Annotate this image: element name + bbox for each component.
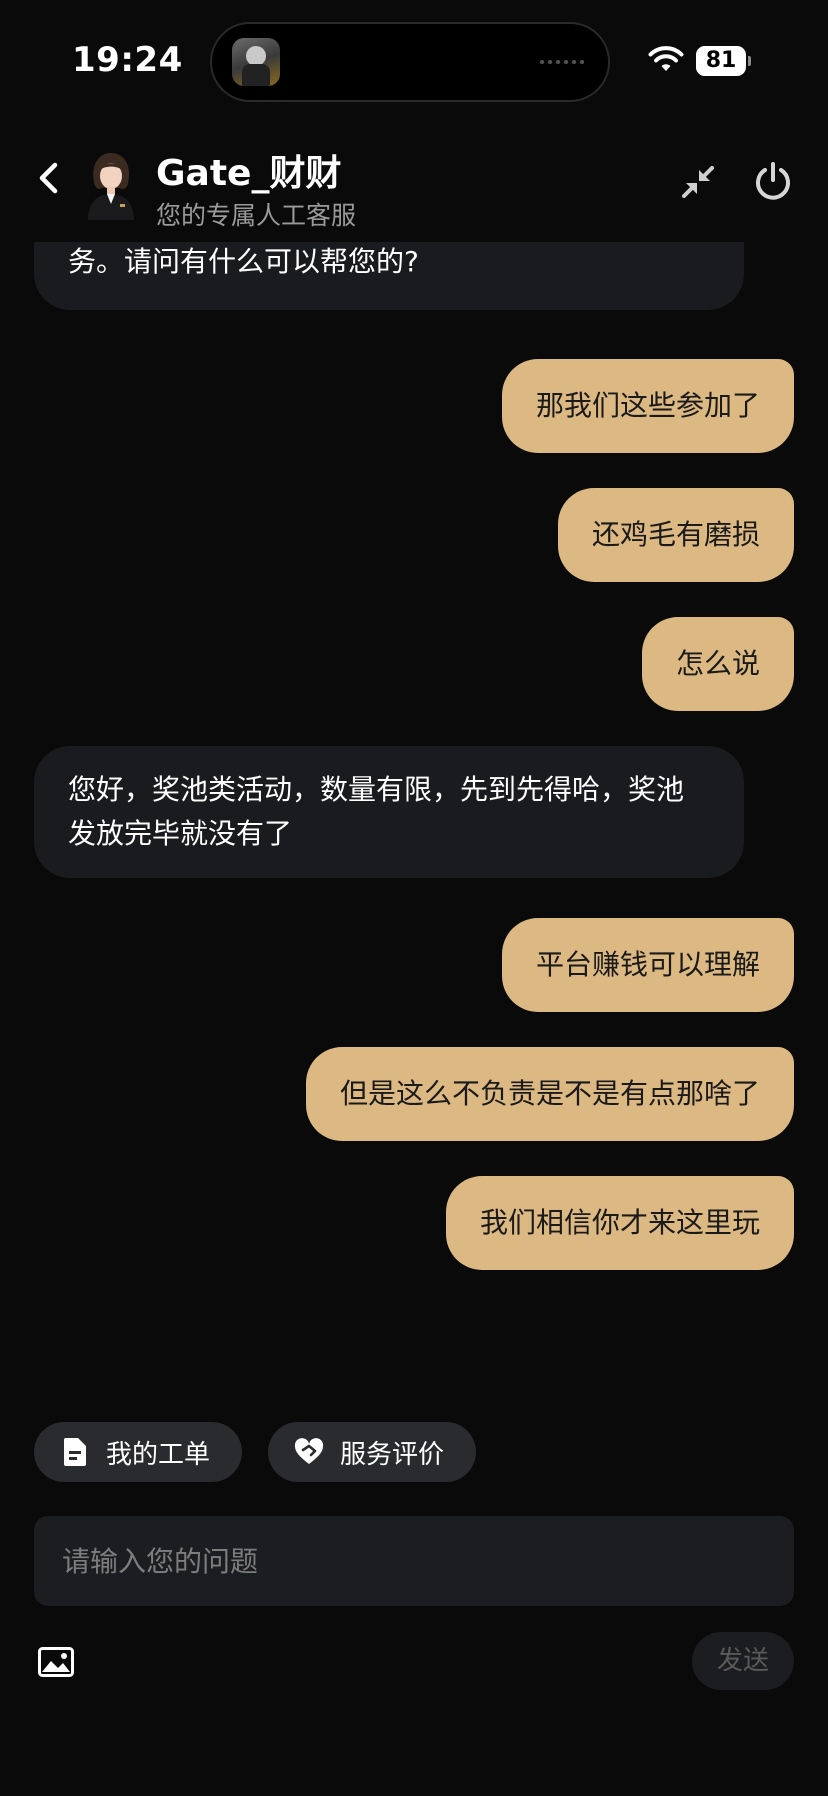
document-icon <box>60 1437 90 1467</box>
chat-header: Gate_财财 您的专属人工客服 <box>0 130 828 240</box>
attach-image-button[interactable] <box>36 1644 76 1680</box>
end-session-button[interactable] <box>748 156 798 206</box>
message-text: 务。请问有什么可以帮您的? <box>68 245 419 278</box>
agent-message: 务。请问有什么可以帮您的? <box>34 242 744 310</box>
my-tickets-label: 我的工单 <box>106 1439 211 1470</box>
minimize-arrows-icon <box>682 166 714 198</box>
user-message: 怎么说 <box>641 617 794 711</box>
dynamic-island <box>210 22 610 102</box>
service-rating-button[interactable]: 服务评价 <box>268 1422 477 1482</box>
quick-actions: 我的工单 服务评价 <box>34 1422 477 1482</box>
status-bar: 19:24 81 <box>0 0 828 120</box>
user-message: 但是这么不负责是不是有点那啥了 <box>305 1047 794 1141</box>
image-icon <box>38 1647 74 1677</box>
back-arrow-icon <box>39 162 58 194</box>
message-input[interactable] <box>34 1516 794 1606</box>
power-icon <box>756 162 790 200</box>
battery-cap <box>748 56 751 66</box>
live-activity-thumbnail <box>232 38 280 86</box>
user-message: 那我们这些参加了 <box>501 359 794 453</box>
send-button[interactable]: 发送 <box>692 1632 794 1690</box>
back-button[interactable] <box>26 156 70 200</box>
avatar <box>82 150 140 220</box>
agent-message: 您好，奖池类活动，数量有限，先到先得哈，奖池发放完毕就没有了 <box>34 746 744 878</box>
message-input-box <box>34 1516 794 1606</box>
wifi-icon <box>648 46 684 71</box>
user-message: 平台赚钱可以理解 <box>501 918 794 1012</box>
battery-percent: 81 <box>705 48 737 73</box>
status-time: 19:24 <box>72 40 183 80</box>
user-message: 还鸡毛有磨损 <box>557 488 794 582</box>
battery-icon: 81 <box>696 46 751 76</box>
chat-messages[interactable]: 务。请问有什么可以帮您的? 那我们这些参加了 还鸡毛有磨损 怎么说 您好，奖池类… <box>0 242 828 1392</box>
agent-name: Gate_财财 <box>156 153 342 194</box>
my-tickets-button[interactable]: 我的工单 <box>34 1422 243 1482</box>
island-dots <box>540 60 584 64</box>
heart-handshake-icon <box>294 1437 324 1467</box>
battery-body: 81 <box>696 46 746 76</box>
service-rating-label: 服务评价 <box>340 1439 445 1470</box>
minimize-button[interactable] <box>674 158 722 206</box>
user-message: 我们相信你才来这里玩 <box>445 1176 794 1270</box>
agent-subtitle: 您的专属人工客服 <box>156 201 357 230</box>
